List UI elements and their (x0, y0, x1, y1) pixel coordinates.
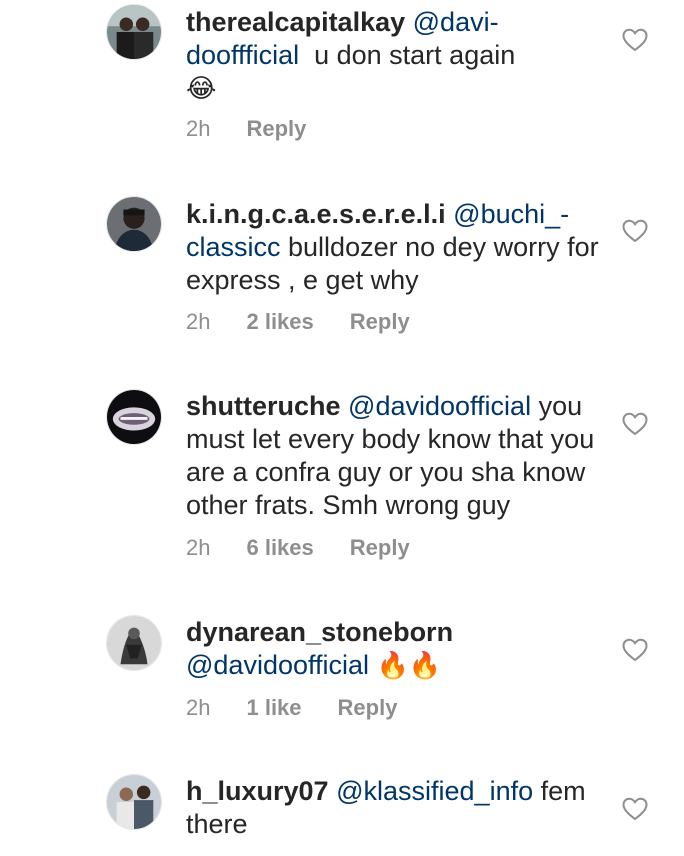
comment-mention-cont[interactable]: classicc (186, 232, 281, 262)
comment-text: dynarean_stoneborn @davidoofficial 🔥🔥 (186, 616, 606, 683)
heart-outline-icon (622, 797, 648, 821)
comment-text: h_luxury07 @klassified_info fem there (186, 775, 606, 841)
comment-mention[interactable]: @buchi_- (453, 199, 569, 229)
heart-outline-icon (622, 219, 648, 243)
like-button[interactable] (622, 412, 648, 436)
reply-button[interactable]: Reply (246, 116, 306, 142)
comment-mention[interactable]: @davidoofficial (186, 650, 369, 680)
reply-button[interactable]: Reply (350, 309, 410, 335)
comment-mention[interactable]: @klassified_info (336, 776, 533, 806)
comment-meta: 2h 2 likes Reply (186, 309, 446, 335)
comment-username[interactable]: shutteruche (186, 391, 341, 421)
comment-emoji: 😂 (186, 74, 217, 104)
comment-mention-cont[interactable]: dooffficial (186, 40, 299, 70)
comment-emoji: 🔥🔥 (376, 651, 442, 681)
comment-time: 2h (186, 309, 211, 334)
avatar-image (107, 5, 161, 59)
reply-button[interactable]: Reply (350, 535, 410, 561)
comment-likes[interactable]: 2 likes (246, 309, 313, 335)
avatar[interactable] (106, 774, 162, 830)
avatar-image (107, 616, 161, 670)
avatar[interactable] (106, 389, 162, 445)
comment-username[interactable]: h_luxury07 (186, 776, 329, 806)
comment-username[interactable]: dynarean_stoneborn (186, 617, 453, 647)
comment-text: therealcapitalkay @davi- dooffficial u d… (186, 6, 606, 106)
avatar-image (107, 390, 161, 444)
comment-username[interactable]: k.i.n.g.c.a.e.s.e.r.e.l.i (186, 199, 446, 229)
comment-time: 2h (186, 116, 211, 141)
comment-likes[interactable]: 6 likes (246, 535, 313, 561)
comment-text: shutteruche @davidoofficial you must let… (186, 390, 606, 522)
comment-text: k.i.n.g.c.a.e.s.e.r.e.l.i @buchi_- class… (186, 198, 606, 297)
comment-meta: 2h Reply (186, 116, 342, 142)
comment-mention[interactable]: @davidoofficial (348, 391, 531, 421)
comment-time: 2h (186, 535, 211, 560)
comment-username[interactable]: therealcapitalkay (186, 7, 405, 37)
like-button[interactable] (622, 797, 648, 821)
heart-outline-icon (622, 28, 648, 52)
comment-meta: 2h 1 like Reply (186, 695, 433, 721)
comment-message: u don start again (299, 40, 516, 70)
comment-mention[interactable]: @davi- (413, 7, 499, 37)
like-button[interactable] (622, 28, 648, 52)
heart-outline-icon (622, 638, 648, 662)
like-button[interactable] (622, 638, 648, 662)
avatar[interactable] (106, 196, 162, 252)
comment-likes[interactable]: 1 like (246, 695, 301, 721)
heart-outline-icon (622, 412, 648, 436)
comment-time: 2h (186, 695, 211, 720)
reply-button[interactable]: Reply (338, 695, 398, 721)
avatar-image (107, 197, 161, 251)
like-button[interactable] (622, 219, 648, 243)
avatar-image (107, 775, 161, 829)
avatar[interactable] (106, 615, 162, 671)
avatar[interactable] (106, 4, 162, 60)
comment-meta: 2h 6 likes Reply (186, 535, 446, 561)
